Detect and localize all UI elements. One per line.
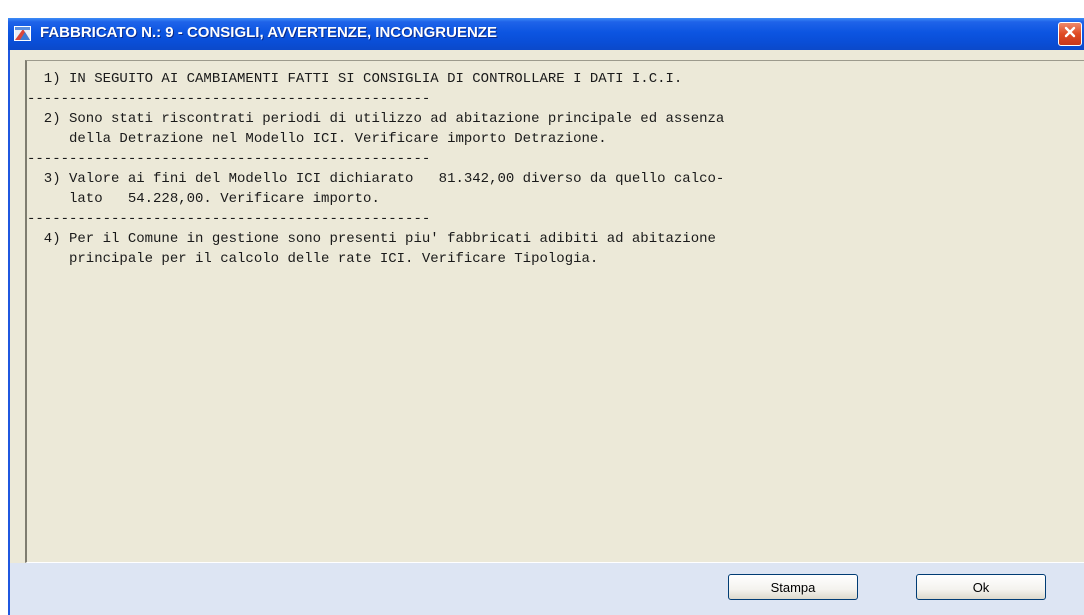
messages-text: 1) IN SEGUITO AI CAMBIAMENTI FATTI SI CO… (27, 71, 725, 267)
dialog-window: FABBRICATO N.: 9 - CONSIGLI, AVVERTENZE,… (8, 18, 1084, 615)
window-title: FABBRICATO N.: 9 - CONSIGLI, AVVERTENZE,… (40, 24, 497, 41)
title-bar[interactable]: FABBRICATO N.: 9 - CONSIGLI, AVVERTENZE,… (8, 18, 1084, 50)
print-button[interactable]: Stampa (728, 574, 858, 600)
button-bar: Stampa Ok (10, 563, 1084, 615)
dialog-client-area: 1) IN SEGUITO AI CAMBIAMENTI FATTI SI CO… (10, 50, 1084, 615)
ok-button[interactable]: Ok (916, 574, 1046, 600)
ok-button-label: Ok (972, 579, 990, 595)
print-button-label: Stampa (770, 579, 816, 595)
close-button[interactable] (1058, 22, 1082, 46)
close-icon (1063, 25, 1077, 44)
messages-panel[interactable]: 1) IN SEGUITO AI CAMBIAMENTI FATTI SI CO… (25, 60, 1084, 563)
app-window-icon (14, 26, 31, 41)
